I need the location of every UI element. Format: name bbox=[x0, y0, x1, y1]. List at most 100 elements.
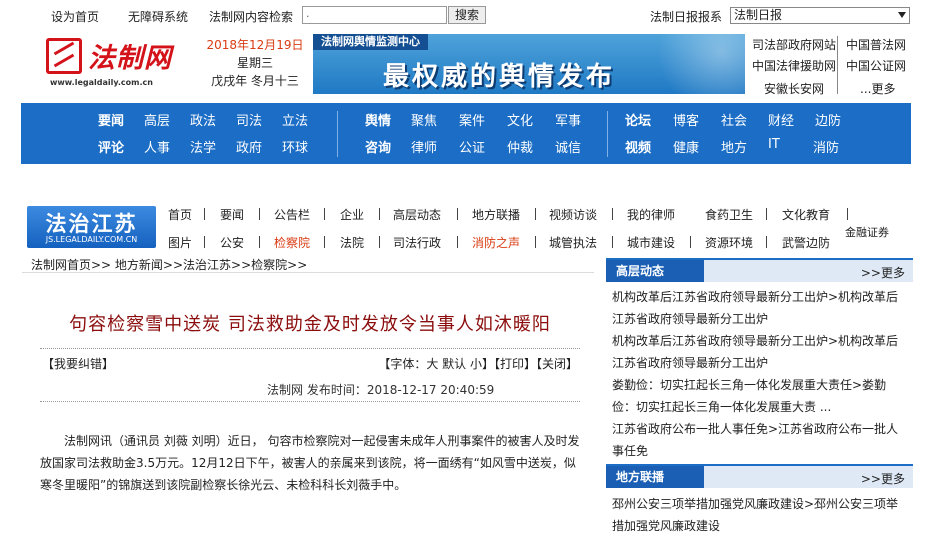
channel-nav-item[interactable]: 要闻 bbox=[220, 206, 244, 223]
nav-item[interactable]: 案件 bbox=[459, 110, 485, 129]
nav-item[interactable]: 人事 bbox=[144, 137, 170, 156]
nav-item[interactable]: 政法 bbox=[190, 110, 216, 129]
channel-nav-item[interactable]: 司法行政 bbox=[393, 234, 441, 251]
channel-nav-item[interactable]: 法院 bbox=[340, 234, 364, 251]
report-error-link[interactable]: 【我要纠错】 bbox=[42, 355, 114, 372]
channel-nav-item[interactable]: 公告栏 bbox=[274, 206, 310, 223]
nav-item[interactable]: 聚焦 bbox=[411, 110, 437, 129]
nav-item[interactable]: 边防 bbox=[815, 110, 841, 129]
nav-separator bbox=[535, 208, 536, 220]
nav-item[interactable]: 社会 bbox=[721, 110, 747, 129]
sidebar-section-header: 地方联播 >>更多 bbox=[606, 464, 913, 488]
nav-item[interactable]: 论坛 bbox=[625, 110, 651, 129]
nav-item[interactable]: 环球 bbox=[282, 137, 308, 156]
nav-item[interactable]: 博客 bbox=[673, 110, 699, 129]
nav-item[interactable]: 健康 bbox=[673, 137, 699, 156]
nav-item[interactable]: 评论 bbox=[98, 137, 124, 156]
channel-nav-item[interactable]: 资源环境 bbox=[705, 234, 753, 251]
nav-item[interactable]: 律师 bbox=[411, 137, 437, 156]
nav-item[interactable]: 地方 bbox=[721, 137, 747, 156]
sidebar-section-title[interactable]: 地方联播 bbox=[606, 466, 704, 488]
partner-link[interactable]: 安徽长安网 bbox=[764, 80, 824, 97]
channel-logo[interactable]: 法治江苏 JS.LEGALDAILY.COM.CN bbox=[27, 206, 156, 248]
nav-item[interactable]: 立法 bbox=[282, 110, 308, 129]
list-item[interactable]: 邳州公安三项举措加强党风廉政建设>邳州公安三项举 bbox=[612, 493, 912, 515]
list-item[interactable]: 俭：切实扛起长三角一体化发展重大责 ... bbox=[612, 396, 912, 418]
nav-item[interactable]: 咨询 bbox=[365, 137, 391, 156]
logo-url: www.legaldaily.com.cn bbox=[50, 78, 153, 87]
channel-nav-item[interactable]: 公安 bbox=[220, 234, 244, 251]
list-item[interactable]: 娄勤俭：切实扛起长三角一体化发展重大责任>娄勤 bbox=[612, 374, 912, 396]
channel-nav-item[interactable]: 视频访谈 bbox=[549, 206, 597, 223]
site-logo[interactable]: 法制网 www.legaldaily.com.cn bbox=[46, 36, 174, 88]
nav-item[interactable]: 军事 bbox=[555, 110, 581, 129]
nav-separator bbox=[535, 236, 536, 248]
channel-nav-item[interactable]: 金融证券 bbox=[845, 224, 889, 240]
channel-nav-item[interactable]: 城市建设 bbox=[627, 234, 675, 251]
article-tools[interactable]: 【字体：大 默认 小】【打印】【关闭】 bbox=[378, 355, 578, 372]
list-item[interactable]: 江苏省政府公布一批人事任免>江苏省政府公布一批人 bbox=[612, 418, 912, 440]
nav-separator bbox=[457, 208, 458, 220]
nav-item[interactable]: 文化 bbox=[507, 110, 533, 129]
channel-nav-item-active[interactable]: 检察院 bbox=[274, 234, 310, 251]
nav-item[interactable]: 要闻 bbox=[98, 110, 124, 129]
channel-nav-item[interactable]: 食药卫生 bbox=[705, 206, 753, 223]
more-partners-link[interactable]: ...更多 bbox=[860, 80, 895, 97]
newspaper-select-value: 法制日报 bbox=[734, 8, 783, 22]
sidebar-section-title[interactable]: 高层动态 bbox=[606, 260, 704, 282]
list-item[interactable]: 机构改革后江苏省政府领导最新分工出炉>机构改革后 bbox=[612, 330, 912, 352]
newspaper-select[interactable]: 法制日报 bbox=[730, 7, 910, 24]
channel-nav-item[interactable]: 首页 bbox=[168, 206, 192, 223]
nav-separator bbox=[324, 236, 325, 248]
banner-decoration bbox=[625, 34, 745, 94]
channel-nav-item[interactable]: 地方联播 bbox=[472, 206, 520, 223]
search-button[interactable]: 搜索 bbox=[448, 6, 486, 24]
nav-item[interactable]: 仲裁 bbox=[507, 137, 533, 156]
nav-item[interactable]: 公证 bbox=[459, 137, 485, 156]
channel-nav-item[interactable]: 城管执法 bbox=[549, 234, 597, 251]
more-link[interactable]: >>更多 bbox=[861, 470, 905, 487]
opinion-banner[interactable]: 法制网舆情监测中心 最权威的舆情发布 bbox=[313, 34, 745, 94]
breadcrumb[interactable]: 法制网首页>> 地方新闻>>法治江苏>>检察院>> bbox=[31, 256, 307, 273]
nav-separator bbox=[379, 236, 380, 248]
partner-link[interactable]: 司法部政府网站 bbox=[752, 36, 836, 53]
list-item[interactable]: 江苏省政府领导最新分工出炉 bbox=[612, 352, 912, 374]
site-search-label: 法制网内容检索 bbox=[209, 10, 294, 24]
channel-nav-item[interactable]: 武警边防 bbox=[782, 234, 830, 251]
nav-item[interactable]: IT bbox=[768, 137, 780, 152]
channel-nav-item[interactable]: 图片 bbox=[168, 234, 192, 251]
newspaper-label: 法制日报报系 bbox=[650, 10, 723, 24]
banner-slogan: 最权威的舆情发布 bbox=[383, 62, 616, 92]
lunar-date: 戊戌年 冬月十三 bbox=[211, 74, 299, 88]
list-item[interactable]: 机构改革后江苏省政府领导最新分工出炉>机构改革后 bbox=[612, 286, 912, 308]
nav-item[interactable]: 财经 bbox=[768, 110, 794, 129]
list-item[interactable]: 事任免 bbox=[612, 440, 912, 462]
channel-nav-item[interactable]: 高层动态 bbox=[393, 206, 441, 223]
more-link[interactable]: >>更多 bbox=[861, 264, 905, 281]
list-item[interactable]: 措加强党风廉政建设 bbox=[612, 515, 912, 537]
nav-item[interactable]: 法学 bbox=[190, 137, 216, 156]
nav-separator bbox=[259, 236, 260, 248]
nav-separator bbox=[612, 236, 613, 248]
channel-nav-item[interactable]: 文化教育 bbox=[782, 206, 830, 223]
partner-link[interactable]: 中国普法网 bbox=[846, 36, 906, 53]
nav-item[interactable]: 司法 bbox=[236, 110, 262, 129]
nav-item[interactable]: 舆情 bbox=[365, 110, 391, 129]
accessibility-link[interactable]: 无障碍系统 bbox=[128, 8, 188, 25]
article-body: 法制网讯（通讯员 刘薇 刘明）近日， 句容市检察院对一起侵害未成年人刑事案件的被… bbox=[40, 434, 580, 492]
set-home-link[interactable]: 设为首页 bbox=[51, 8, 99, 25]
channel-nav-item[interactable]: 我的律师 bbox=[627, 206, 675, 223]
search-input[interactable]: . bbox=[302, 6, 447, 24]
article-meta: 法制网 发布时间：2018-12-17 20:40:59 bbox=[267, 383, 495, 397]
nav-item[interactable]: 消防 bbox=[813, 137, 839, 156]
list-item[interactable]: 江苏省政府领导最新分工出炉 bbox=[612, 308, 912, 330]
partner-link[interactable]: 中国公证网 bbox=[846, 57, 906, 74]
nav-item[interactable]: 高层 bbox=[144, 110, 170, 129]
channel-nav-item[interactable]: 企业 bbox=[340, 206, 364, 223]
partner-link[interactable]: 中国法律援助网 bbox=[752, 57, 836, 74]
nav-item[interactable]: 政府 bbox=[236, 137, 262, 156]
nav-item[interactable]: 诚信 bbox=[555, 137, 581, 156]
nav-item[interactable]: 视频 bbox=[625, 137, 651, 156]
channel-nav-item[interactable]: 消防之声 bbox=[472, 234, 520, 251]
nav-separator bbox=[847, 208, 848, 220]
